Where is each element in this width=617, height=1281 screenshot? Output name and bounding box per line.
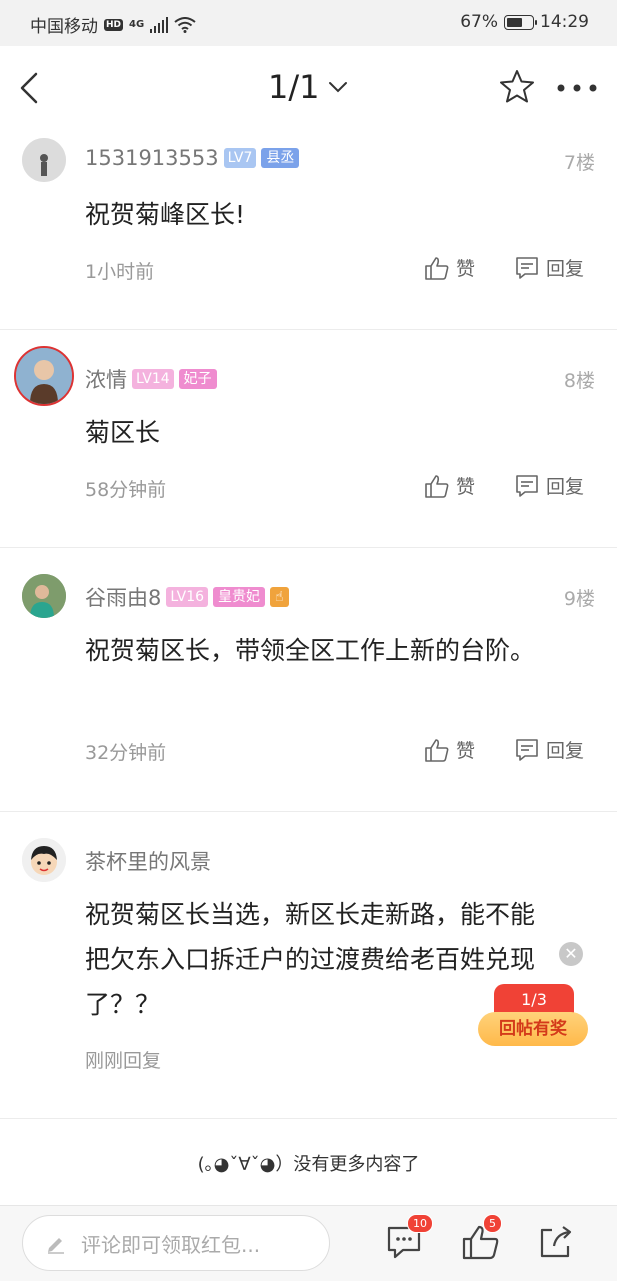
share-button[interactable] — [536, 1222, 576, 1262]
comment-text: 祝贺菊区长，带领全区工作上新的台阶。 — [85, 636, 536, 665]
reply-label: 回复 — [546, 476, 585, 498]
like-label: 赞 — [456, 476, 476, 498]
user-info: 谷雨由8 LV16 皇贵妃 ☝ — [85, 582, 289, 612]
clock: 14:29 — [540, 12, 589, 32]
level-badge: LV7 — [223, 148, 257, 168]
like-button[interactable]: 赞 — [424, 254, 475, 281]
more-icon[interactable] — [555, 76, 599, 100]
comment-time: 1小时前 — [85, 261, 155, 283]
pencil-icon — [48, 1238, 64, 1254]
status-right: 67% 14:29 — [460, 12, 589, 32]
reply-button[interactable]: 回复 — [514, 254, 584, 281]
avatar[interactable] — [22, 838, 66, 882]
username[interactable]: 浓情 — [85, 364, 127, 394]
share-icon — [540, 1226, 572, 1258]
battery-icon — [504, 14, 537, 30]
comment-item: 茶杯里的风景 祝贺菊区长当选，新区长走新路，能不能把欠东入口拆迁户的过渡费给老百… — [0, 812, 617, 1119]
carrier-label: 中国移动 — [30, 17, 98, 37]
bottom-bar: 评论即可领取红包... 10 5 — [0, 1205, 617, 1281]
page-indicator-label: 1/1 — [268, 68, 320, 106]
avatar[interactable] — [22, 574, 66, 618]
comment-text: 祝贺菊峰区长! — [85, 200, 246, 229]
hand-badge-icon: ☝ — [270, 587, 289, 607]
comment-time: 刚刚回复 — [85, 1050, 162, 1072]
title-badge: 妃子 — [178, 369, 217, 389]
nav-bar: 1/1 — [0, 46, 617, 130]
floor-label: 7楼 — [563, 152, 595, 174]
floor-label: 9楼 — [563, 588, 595, 610]
comment-item: 谷雨由8 LV16 皇贵妃 ☝ 9楼 祝贺菊区长，带领全区工作上新的台阶。 32… — [0, 548, 617, 812]
like-label: 赞 — [456, 740, 476, 762]
username[interactable]: 1531913553 — [85, 146, 219, 170]
page-selector[interactable]: 1/1 — [268, 68, 348, 106]
like-post-button[interactable]: 5 — [461, 1214, 502, 1262]
status-bar: 中国移动 HD 4G 67% 14:29 — [0, 0, 617, 46]
star-icon[interactable] — [498, 68, 536, 106]
reward-float[interactable]: 1/3 回帖有奖 — [478, 984, 588, 1048]
like-button[interactable]: 赞 — [424, 736, 475, 763]
title-badge: 县丞 — [261, 148, 300, 168]
reward-label: 回帖有奖 — [478, 1012, 588, 1046]
hd-icon: HD — [104, 18, 124, 31]
comment-time: 32分钟前 — [85, 742, 167, 764]
reply-label: 回复 — [546, 258, 585, 280]
back-icon[interactable] — [14, 68, 50, 108]
reply-label: 回复 — [546, 740, 585, 762]
comment-icon — [516, 474, 538, 497]
wifi-icon — [174, 16, 196, 33]
user-info: 1531913553 LV7 县丞 — [85, 146, 300, 170]
chevron-down-icon — [328, 82, 347, 93]
comment-count-badge: 10 — [407, 1214, 433, 1233]
comment-input-placeholder: 评论即可领取红包... — [81, 1232, 261, 1257]
network-label: 4G — [129, 19, 145, 30]
thumbs-up-icon — [425, 738, 449, 762]
level-badge: LV16 — [166, 587, 209, 607]
level-badge: LV14 — [132, 369, 174, 389]
user-info: 茶杯里的风景 — [85, 846, 211, 876]
like-label: 赞 — [456, 258, 476, 280]
avatar[interactable] — [22, 138, 66, 182]
comment-text: 菊区长 — [85, 418, 161, 447]
username[interactable]: 谷雨由8 — [85, 582, 161, 612]
comments-button[interactable]: 10 — [385, 1214, 433, 1262]
comment-icon — [516, 256, 538, 279]
title-badge: 皇贵妃 — [213, 587, 266, 607]
reply-button[interactable]: 回复 — [514, 736, 584, 763]
close-icon[interactable]: ✕ — [559, 942, 583, 966]
status-left: 中国移动 HD 4G — [30, 12, 196, 37]
floor-label: 8楼 — [563, 370, 595, 392]
user-info: 浓情 LV14 妃子 — [85, 364, 217, 394]
username[interactable]: 茶杯里的风景 — [85, 846, 211, 876]
comment-item: 浓情 LV14 妃子 8楼 菊区长 58分钟前 赞 回复 — [0, 330, 617, 548]
thumbs-up-icon — [425, 256, 449, 280]
signal-icon — [150, 16, 169, 33]
comment-input[interactable]: 评论即可领取红包... — [22, 1215, 330, 1271]
avatar[interactable] — [14, 346, 74, 406]
battery-percent: 67% — [460, 12, 498, 32]
comment-time: 58分钟前 — [85, 479, 167, 501]
like-count-badge: 5 — [483, 1214, 502, 1233]
comment-item: 1531913553 LV7 县丞 7楼 祝贺菊峰区长! 1小时前 赞 回复 — [0, 130, 617, 330]
thumbs-up-icon — [425, 474, 449, 498]
end-of-list-message: (｡◕ˇ∀ˇ◕）没有更多内容了 — [197, 1154, 420, 1175]
like-button[interactable]: 赞 — [424, 472, 475, 499]
comment-icon — [516, 738, 538, 761]
reply-button[interactable]: 回复 — [514, 472, 584, 499]
